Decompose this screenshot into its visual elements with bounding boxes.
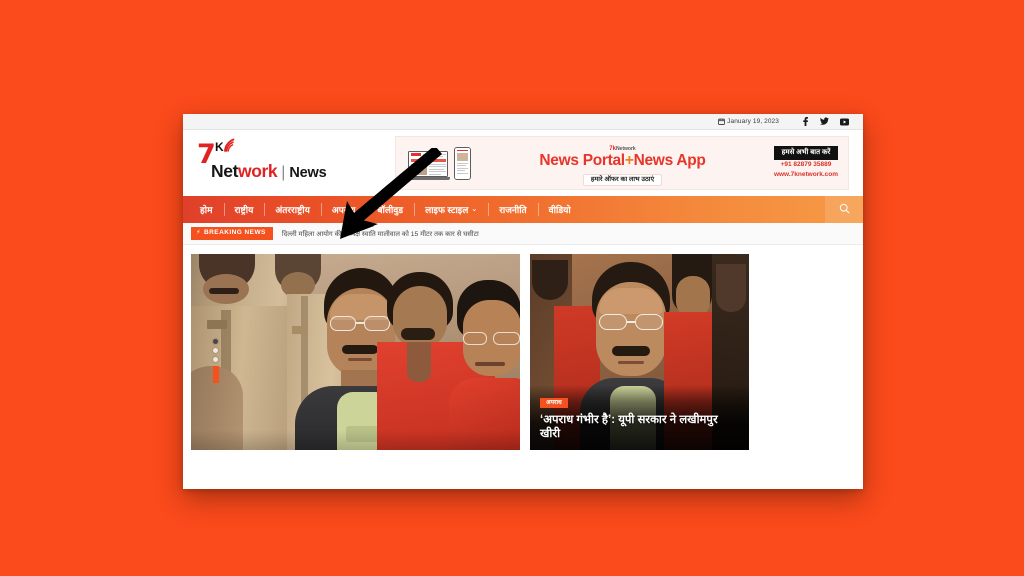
ad-headline-plus: +: [624, 151, 634, 169]
site-masthead: 7 K Net work | News 7kNetwork News Porta…: [183, 130, 863, 196]
search-icon: [839, 201, 850, 219]
nav-item-home[interactable]: होम: [189, 196, 224, 223]
twitter-icon[interactable]: [820, 117, 829, 126]
main-navigation: होम राष्ट्रीय अंतरराष्ट्रीय अपराध बॉलीवु…: [183, 196, 863, 223]
category-badge[interactable]: अपराध: [540, 397, 568, 408]
ad-cta-button[interactable]: हमसे अभी बात करें: [773, 146, 838, 161]
side-article-title[interactable]: ‘अपराध गंभीर है’: यूपी सरकार ने लखीमपुर …: [540, 413, 739, 442]
browser-window: January 19, 2023 7 K Net work | News 7kN…: [183, 114, 863, 489]
date-display: January 19, 2023: [718, 118, 779, 125]
facebook-icon[interactable]: [802, 117, 809, 126]
nav-label: होम: [200, 205, 213, 215]
logo-work: work: [238, 161, 278, 181]
carousel-dot[interactable]: [213, 348, 218, 353]
wifi-signal-icon: [224, 138, 240, 152]
ad-device-illustration: [406, 146, 471, 180]
chevron-down-icon: ⌄: [471, 206, 478, 213]
nav-label: अपराध: [331, 205, 356, 215]
hero-slider[interactable]: [191, 254, 520, 450]
social-links: [802, 117, 849, 126]
side-article-card[interactable]: अपराध ‘अपराध गंभीर है’: यूपी सरकार ने लख…: [530, 254, 749, 450]
date-text: January 19, 2023: [727, 118, 779, 125]
breaking-news-label: BREAKING NEWS: [204, 229, 266, 237]
hero-image: [191, 254, 520, 450]
laptop-device: [406, 150, 450, 180]
breaking-news-badge: ⚡ BREAKING NEWS: [191, 226, 273, 241]
banner-advertisement[interactable]: 7kNetwork News Portal+News App हमारे ऑफर…: [395, 136, 849, 190]
logo-wordmark: Net work | News: [211, 161, 327, 181]
phone-device: [454, 146, 471, 180]
ad-headline-right: News App: [633, 151, 706, 169]
breaking-news-bar: ⚡ BREAKING NEWS दिल्ली महिला आयोग की अध्…: [183, 223, 863, 245]
ad-website-url: www.7knetwork.com: [773, 170, 838, 178]
nav-item-crime[interactable]: अपराध: [320, 196, 367, 223]
nav-label: बॉलीवुड: [377, 205, 404, 215]
ad-phone-number: +91 82879 35889: [780, 161, 832, 169]
nav-label: वीडियो: [548, 205, 571, 215]
top-utility-bar: January 19, 2023: [183, 114, 863, 130]
carousel-active-indicator[interactable]: [212, 366, 219, 383]
nav-item-international[interactable]: अंतरराष्ट्रीय: [264, 196, 321, 223]
nav-item-video[interactable]: वीडियो: [537, 196, 582, 223]
carousel-dot[interactable]: [213, 357, 218, 362]
ad-headline: News Portal+News App: [477, 153, 768, 169]
breaking-news-headline[interactable]: दिल्ली महिला आयोग की अध्यक्ष स्वाति माली…: [282, 229, 479, 238]
logo-divider: |: [281, 164, 286, 181]
carousel-dot[interactable]: [213, 339, 218, 344]
ad-subtext: हमारे ऑफर का लाभ उठाएं: [582, 173, 663, 186]
nav-label: राजनीति: [499, 205, 527, 215]
ad-contact-block: हमसे अभी बात करें +91 82879 35889 www.7k…: [773, 146, 840, 179]
site-logo[interactable]: 7 K Net work | News: [195, 138, 395, 186]
youtube-icon[interactable]: [840, 118, 849, 126]
nav-items-list: होम राष्ट्रीय अंतरराष्ट्रीय अपराध बॉलीवु…: [183, 196, 825, 223]
logo-news: News: [289, 165, 327, 181]
nav-item-lifestyle[interactable]: लाइफ स्टाइल ⌄: [414, 196, 488, 223]
nav-item-bollywood[interactable]: बॉलीवुड: [366, 196, 414, 223]
carousel-pagination[interactable]: [212, 339, 219, 383]
nav-item-national[interactable]: राष्ट्रीय: [223, 196, 265, 223]
nav-label: राष्ट्रीय: [234, 205, 254, 215]
ad-headline-left: News Portal: [539, 151, 625, 169]
calendar-icon: [718, 118, 725, 125]
ad-message: 7kNetwork News Portal+News App हमारे ऑफर…: [477, 140, 768, 187]
logo-net: Net: [211, 161, 238, 181]
nav-label: अंतरराष्ट्रीय: [275, 205, 310, 215]
nav-label: लाइफ स्टाइल: [425, 205, 469, 215]
bolt-icon: ⚡: [196, 229, 202, 237]
nav-item-politics[interactable]: राजनीति: [488, 196, 537, 223]
main-content: अपराध ‘अपराध गंभीर है’: यूपी सरकार ने लख…: [183, 245, 863, 459]
search-button[interactable]: [825, 196, 863, 223]
logo-k: K: [215, 140, 224, 154]
side-article-overlay: अपराध ‘अपराध गंभीर है’: यूपी सरकार ने लख…: [530, 384, 749, 450]
